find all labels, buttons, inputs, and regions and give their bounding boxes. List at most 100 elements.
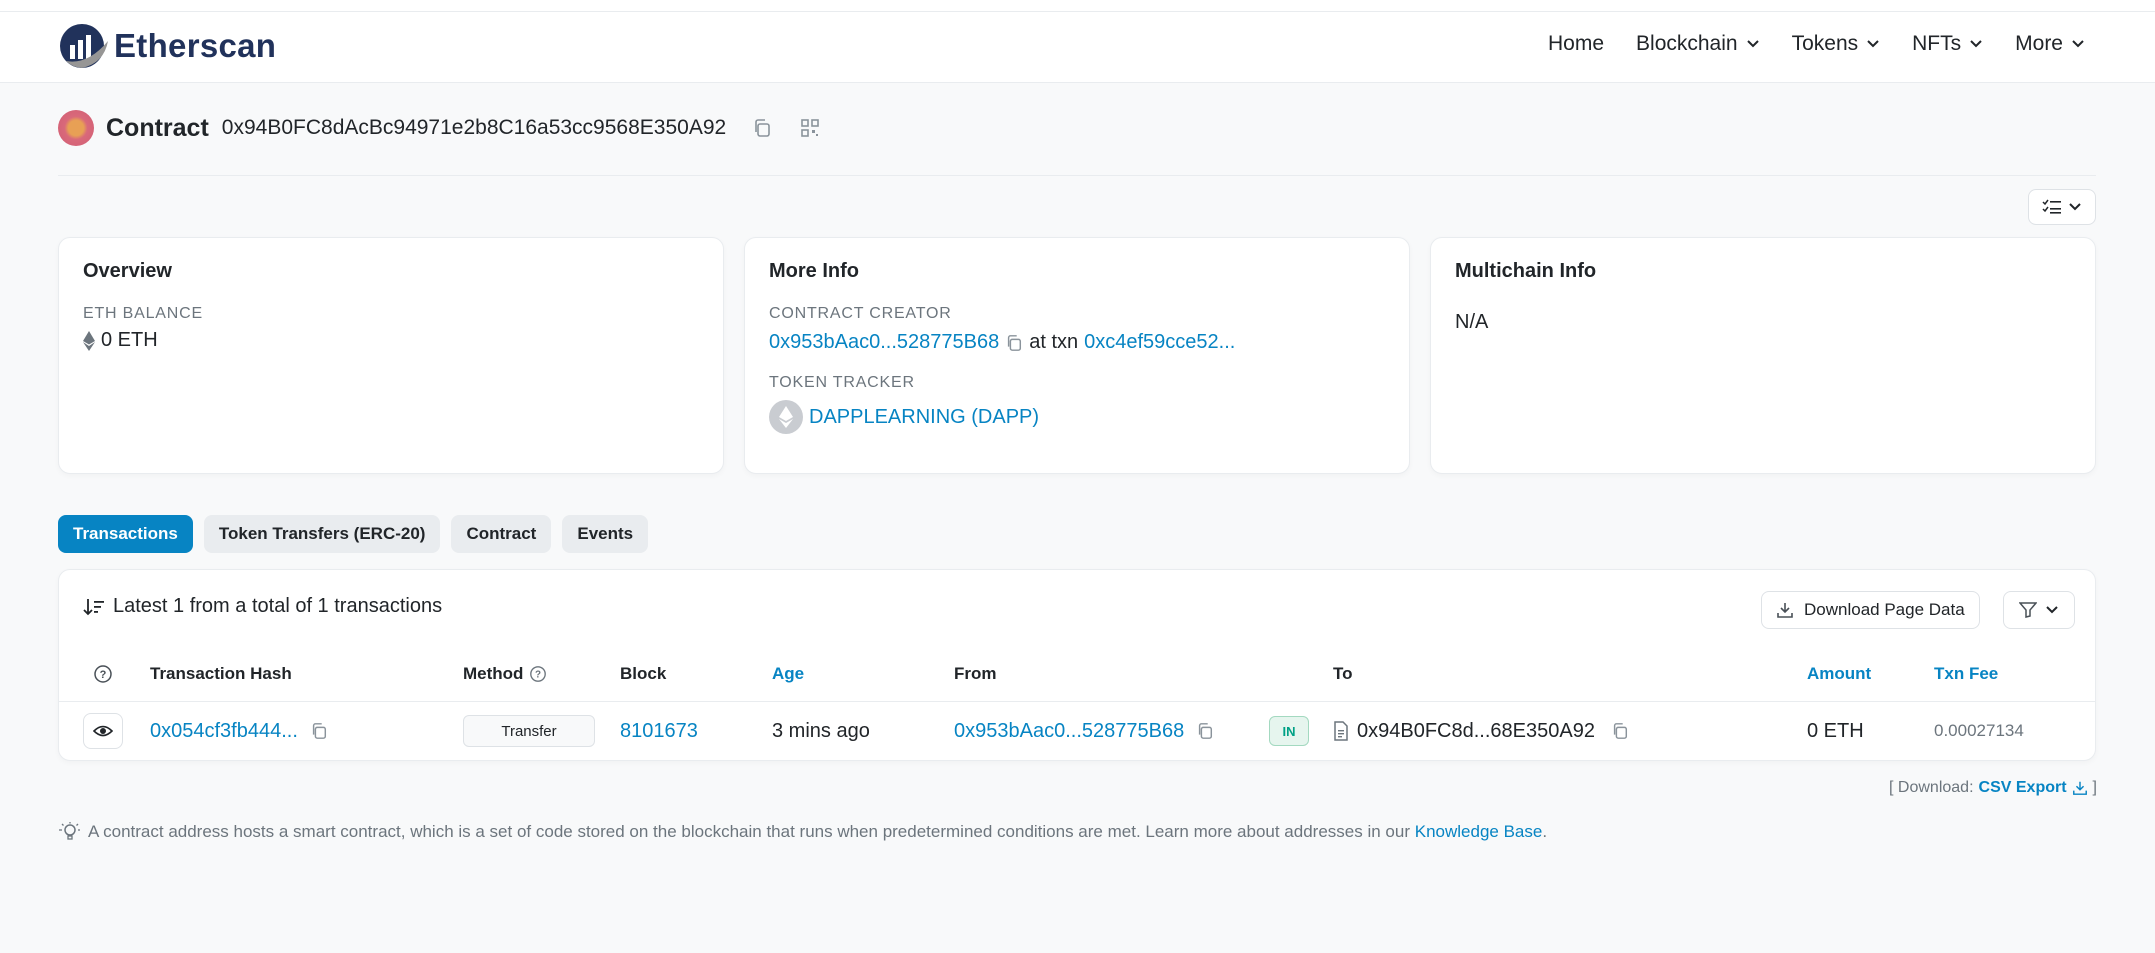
nav-more[interactable]: More xyxy=(2015,32,2085,56)
nav-home-label: Home xyxy=(1548,32,1605,55)
token-tracker-link[interactable]: DAPPLEARNING (DAPP) xyxy=(809,406,1039,429)
table-row-to: 0x94B0FC8d...68E350A92 xyxy=(1333,713,1629,749)
table-row-from: 0x953bAac0...528775B68 xyxy=(954,713,1214,749)
table-row-fee: 0.00027134 xyxy=(1934,713,2024,749)
chevron-down-icon xyxy=(2072,40,2084,48)
contract-heading: Contract 0x94B0FC8dAcBc94971e2b8C16a53cc… xyxy=(58,110,822,146)
csv-export-link[interactable]: CSV Export xyxy=(1979,779,2067,797)
table-row-amount: 0 ETH xyxy=(1807,713,1864,749)
copy-icon[interactable] xyxy=(1611,722,1629,740)
copy-icon[interactable] xyxy=(1005,334,1023,352)
amount-value: 0 ETH xyxy=(1807,719,1864,742)
checklist-icon xyxy=(2042,199,2061,214)
lightbulb-icon xyxy=(59,822,80,840)
nav-nfts-label: NFTs xyxy=(1912,32,1962,55)
eye-icon[interactable] xyxy=(83,713,123,749)
col-age[interactable]: Age xyxy=(772,664,804,684)
help-icon[interactable]: ? xyxy=(93,664,113,684)
overview-card: Overview ETH BALANCE 0 ETH xyxy=(58,237,724,474)
multichain-value: N/A xyxy=(1455,311,2071,334)
to-address[interactable]: 0x94B0FC8d...68E350A92 xyxy=(1357,720,1595,743)
contract-avatar xyxy=(58,110,94,146)
contract-creator: 0x953bAac0...528775B68 at txn 0xc4ef59cc… xyxy=(769,331,1385,354)
download-icon xyxy=(1777,603,1793,618)
csv-export-row: [ Download: CSV Export ] xyxy=(1889,779,2097,797)
info-note: A contract address hosts a smart contrac… xyxy=(58,822,1547,842)
table-row-age: 3 mins ago xyxy=(772,713,870,749)
tab-events[interactable]: Events xyxy=(562,515,649,553)
more-info-title: More Info xyxy=(769,260,859,282)
nav-home[interactable]: Home xyxy=(1548,32,1604,56)
filter-button[interactable] xyxy=(2003,591,2075,629)
tabs-bar: Transactions Token Transfers (ERC-20) Co… xyxy=(58,515,649,553)
tx-hash-link[interactable]: 0x054cf3fb444... xyxy=(150,720,298,743)
multichain-title: Multichain Info xyxy=(1455,260,1597,282)
top-strip xyxy=(0,0,2155,12)
contract-file-icon xyxy=(1334,721,1348,741)
multichain-card: Multichain Info N/A xyxy=(1430,237,2096,474)
main-nav: Home Blockchain Tokens NFTs More xyxy=(1548,32,2085,56)
col-hash: Transaction Hash xyxy=(150,664,292,683)
copy-icon[interactable] xyxy=(310,722,328,740)
block-link[interactable]: 8101673 xyxy=(620,720,698,743)
copy-icon[interactable] xyxy=(1196,722,1214,740)
table-row-method: Transfer xyxy=(463,713,595,749)
page-title: Contract xyxy=(106,113,209,142)
chevron-down-icon xyxy=(2046,606,2058,614)
view-options-button[interactable] xyxy=(2028,189,2096,225)
chevron-down-icon xyxy=(2069,203,2081,211)
col-fee[interactable]: Txn Fee xyxy=(1934,664,1998,684)
chevron-down-icon xyxy=(1867,40,1879,48)
knowledge-base-link[interactable]: Knowledge Base xyxy=(1415,822,1543,841)
copy-icon[interactable] xyxy=(750,116,774,140)
contract-creator-label: CONTRACT CREATOR xyxy=(769,305,952,322)
from-address-link[interactable]: 0x953bAac0...528775B68 xyxy=(954,720,1184,743)
download-label: Download Page Data xyxy=(1804,600,1965,619)
fee-value: 0.00027134 xyxy=(1934,721,2024,740)
chevron-down-icon xyxy=(1746,40,1759,48)
multichain-value-text: N/A xyxy=(1455,311,1489,333)
col-method-label: Method xyxy=(463,664,524,683)
nav-nfts[interactable]: NFTs xyxy=(1912,32,1983,56)
nav-more-label: More xyxy=(2015,32,2063,55)
col-block: Block xyxy=(620,664,667,683)
note-end: . xyxy=(1542,822,1548,841)
heading-divider xyxy=(58,175,2096,176)
nav-blockchain[interactable]: Blockchain xyxy=(1636,32,1760,56)
token-tracker-label: TOKEN TRACKER xyxy=(769,374,915,391)
svg-text:?: ? xyxy=(535,670,541,681)
tab-token-transfers[interactable]: Token Transfers (ERC-20) xyxy=(203,515,441,553)
nav-tokens-label: Tokens xyxy=(1791,32,1859,55)
qr-code-icon[interactable] xyxy=(798,116,822,140)
nav-tokens[interactable]: Tokens xyxy=(1792,32,1881,56)
direction-badge: IN xyxy=(1269,716,1309,746)
eye-button[interactable] xyxy=(83,713,123,749)
sort-icon xyxy=(83,598,104,615)
col-amount[interactable]: Amount xyxy=(1807,664,1871,684)
summary-text: Latest 1 from a total of 1 transactions xyxy=(113,595,443,617)
csv-suffix: ] xyxy=(2092,779,2097,796)
download-icon xyxy=(2072,781,2087,795)
more-info-card: More Info CONTRACT CREATOR 0x953bAac0...… xyxy=(744,237,1410,474)
table-row-hash: 0x054cf3fb444... xyxy=(150,713,328,749)
etherscan-logo-icon xyxy=(60,24,108,68)
csv-prefix: [ Download: xyxy=(1889,779,1974,796)
col-from: From xyxy=(954,664,997,683)
header-divider xyxy=(59,701,2095,702)
etherscan-logo[interactable]: Etherscan xyxy=(58,23,276,69)
download-page-data-button[interactable]: Download Page Data xyxy=(1761,591,1980,629)
tab-transactions[interactable]: Transactions xyxy=(58,515,193,553)
creator-txn-link[interactable]: 0xc4ef59cce52... xyxy=(1084,331,1235,354)
contract-address: 0x94B0FC8dAcBc94971e2b8C16a53cc9568E350A… xyxy=(221,116,727,139)
token-eth-icon xyxy=(769,400,803,434)
tab-contract[interactable]: Contract xyxy=(451,515,552,553)
note-text: A contract address hosts a smart contrac… xyxy=(88,822,1410,841)
table-row-block: 8101673 xyxy=(620,713,698,749)
overview-title: Overview xyxy=(83,260,172,282)
creator-address-link[interactable]: 0x953bAac0...528775B68 xyxy=(769,331,999,354)
nav-blockchain-label: Blockchain xyxy=(1636,32,1738,55)
table-row-direction: IN xyxy=(1269,713,1309,749)
transactions-card: Latest 1 from a total of 1 transactions … xyxy=(58,569,2096,761)
info-icon[interactable]: ? xyxy=(529,665,547,683)
age-value: 3 mins ago xyxy=(772,719,870,742)
